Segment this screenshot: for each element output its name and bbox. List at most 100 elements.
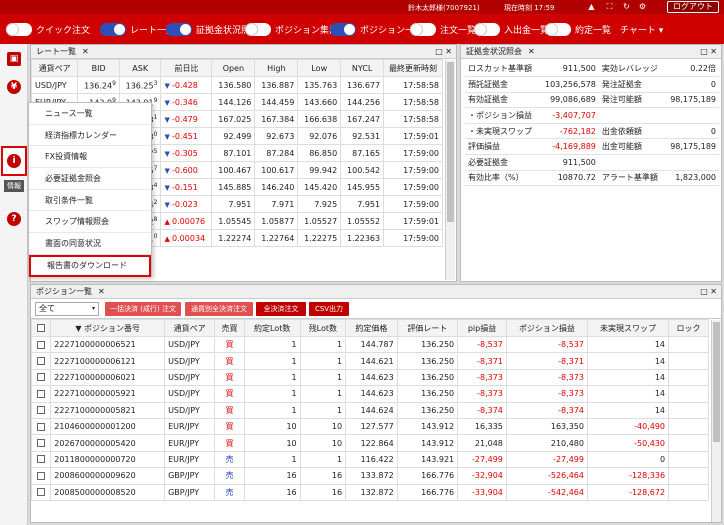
refresh-icon[interactable]: ↻: [622, 2, 631, 11]
position-lock[interactable]: [668, 417, 709, 436]
position-row[interactable]: 2026700000005420 EUR/JPY 買 10 10 122.864 143.9…: [30, 434, 709, 452]
close-icon[interactable]: ✕: [98, 287, 105, 296]
window-controls-icon[interactable]: □ ✕: [435, 45, 452, 58]
row-checkbox[interactable]: [30, 450, 52, 469]
position-col-header[interactable]: 評価レート: [396, 319, 459, 337]
nav-toggle[interactable]: [6, 22, 32, 36]
rate-col-header[interactable]: 通貨ペア: [30, 59, 79, 77]
save-icon[interactable]: ▣: [7, 52, 21, 66]
rate-col-header[interactable]: ASK: [118, 59, 162, 77]
position-lock[interactable]: [668, 483, 709, 501]
position-col-header[interactable]: ポジション損益: [505, 319, 588, 337]
rate-col-header[interactable]: 最終更新時刻: [383, 59, 443, 77]
row-checkbox[interactable]: [30, 483, 52, 501]
bell-icon[interactable]: ▲: [587, 2, 596, 11]
position-lock[interactable]: [668, 368, 709, 387]
row-checkbox[interactable]: [30, 385, 52, 403]
nav-item-0[interactable]: クイック注文: [6, 22, 90, 36]
nav-item-7[interactable]: 約定一覧: [545, 22, 611, 36]
nav-toggle[interactable]: [474, 22, 500, 36]
row-checkbox[interactable]: [30, 417, 52, 436]
position-lock[interactable]: [668, 352, 709, 370]
rate-col-header[interactable]: 前日比: [160, 59, 213, 77]
nav-toggle[interactable]: [330, 22, 356, 36]
window-controls-icon[interactable]: □ ✕: [700, 45, 717, 58]
close-all-button[interactable]: 全決済注文: [256, 302, 306, 316]
rate-ask[interactable]: 136.253: [118, 76, 162, 94]
yen-icon[interactable]: ¥: [7, 80, 21, 94]
row-checkbox[interactable]: [30, 467, 52, 485]
fullscreen-icon[interactable]: ⛶: [605, 2, 614, 11]
row-checkbox[interactable]: [30, 401, 52, 419]
checkbox[interactable]: [37, 389, 46, 398]
checkbox[interactable]: [37, 455, 46, 464]
position-col-header[interactable]: ▼ ポジション番号: [50, 319, 166, 337]
position-col-header[interactable]: 未実現スワップ: [586, 319, 670, 337]
position-scrollbar-thumb[interactable]: [713, 322, 720, 442]
position-row[interactable]: 2104600000001200 EUR/JPY 買 10 10 127.577 143.9…: [30, 417, 709, 436]
position-col-header[interactable]: 通貨ペア: [164, 319, 216, 337]
row-checkbox[interactable]: [30, 434, 52, 452]
help-icon[interactable]: ?: [7, 212, 21, 226]
menu-item-3[interactable]: 必要証拠金照会: [29, 168, 151, 190]
menu-item-6[interactable]: 書面の同意状況: [29, 233, 151, 255]
nav-toggle[interactable]: [410, 22, 436, 36]
position-row[interactable]: 2227100000006521 USD/JPY 買 1 1 144.787 136.250…: [30, 335, 709, 354]
menu-item-5[interactable]: スワップ情報照会: [29, 211, 151, 234]
position-col-header[interactable]: 約定Lot数: [243, 319, 301, 337]
rate-scrollbar[interactable]: [445, 60, 455, 280]
checkbox[interactable]: [37, 340, 46, 349]
position-col-header[interactable]: 売買: [214, 319, 245, 337]
position-filter-select[interactable]: 全て ▾: [35, 302, 99, 316]
position-row[interactable]: 2008500000008520 GBP/JPY 売 16 16 132.872 166.7…: [30, 483, 709, 501]
position-col-header[interactable]: pip損益: [457, 319, 507, 337]
position-col-header[interactable]: 残Lot数: [299, 319, 347, 337]
select-all-checkbox[interactable]: [30, 319, 52, 337]
rate-col-header[interactable]: BID: [77, 59, 120, 77]
position-scrollbar[interactable]: [711, 320, 721, 522]
position-row[interactable]: 2227100000006121 USD/JPY 買 1 1 144.621 136.250…: [30, 352, 709, 370]
close-icon[interactable]: ✕: [528, 47, 535, 56]
rate-row[interactable]: USD/JPY 136.249 136.253 ▼ -0.428 136.580 136.…: [30, 76, 443, 94]
nav-chart-menu[interactable]: チャート ▾: [620, 22, 663, 36]
nav-item-6[interactable]: 入出金一覧: [474, 22, 549, 36]
rate-col-header[interactable]: High: [254, 59, 299, 77]
nav-item-1[interactable]: レート一覧: [100, 22, 175, 36]
position-lock[interactable]: [668, 335, 709, 354]
close-icon[interactable]: ✕: [82, 47, 89, 56]
window-controls-icon[interactable]: □ ✕: [700, 285, 717, 298]
rate-col-header[interactable]: NYCL: [340, 59, 385, 77]
menu-item-2[interactable]: FX投資情報: [29, 146, 151, 169]
position-lock[interactable]: [668, 467, 709, 485]
position-row[interactable]: 2008600000009620 GBP/JPY 売 16 16 133.872 166.7…: [30, 467, 709, 485]
checkbox[interactable]: [37, 406, 46, 415]
checkbox[interactable]: [37, 471, 46, 480]
position-lock[interactable]: [668, 385, 709, 403]
checkbox[interactable]: [37, 373, 46, 382]
position-col-header[interactable]: ロック: [668, 319, 709, 337]
currency-close-all-button[interactable]: 通貨別全決済注文: [185, 302, 253, 316]
nav-toggle[interactable]: [545, 22, 571, 36]
position-lock[interactable]: [668, 434, 709, 452]
position-lock[interactable]: [668, 450, 709, 469]
info-icon[interactable]: i: [7, 154, 21, 168]
rate-col-header[interactable]: Low: [297, 59, 342, 77]
position-row[interactable]: 2227100000005821 USD/JPY 買 1 1 144.624 136.250…: [30, 401, 709, 419]
bulk-market-close-button[interactable]: 一括決済 (成行) 注文: [105, 302, 181, 316]
gear-icon[interactable]: ⚙: [638, 2, 647, 11]
position-row[interactable]: 2227100000005921 USD/JPY 買 1 1 144.623 136.250…: [30, 385, 709, 403]
nav-toggle[interactable]: [245, 22, 271, 36]
menu-item-4[interactable]: 取引条件一覧: [29, 190, 151, 212]
nav-toggle[interactable]: [166, 22, 192, 36]
position-row[interactable]: 2227100000006021 USD/JPY 買 1 1 144.623 136.250…: [30, 368, 709, 387]
menu-item-1[interactable]: 経済指標カレンダー: [29, 125, 151, 147]
nav-item-5[interactable]: 注文一覧: [410, 22, 476, 36]
row-checkbox[interactable]: [30, 352, 52, 370]
menu-item-0[interactable]: ニュース一覧: [29, 103, 151, 125]
rate-col-header[interactable]: Open: [211, 59, 256, 77]
logout-button[interactable]: ログアウト: [667, 1, 719, 13]
position-row[interactable]: 2011800000000720 EUR/JPY 売 1 1 116.422 143.921…: [30, 450, 709, 469]
nav-item-3[interactable]: ポジション集計: [245, 22, 338, 36]
csv-export-button[interactable]: CSV出力: [309, 302, 349, 316]
row-checkbox[interactable]: [30, 335, 52, 354]
